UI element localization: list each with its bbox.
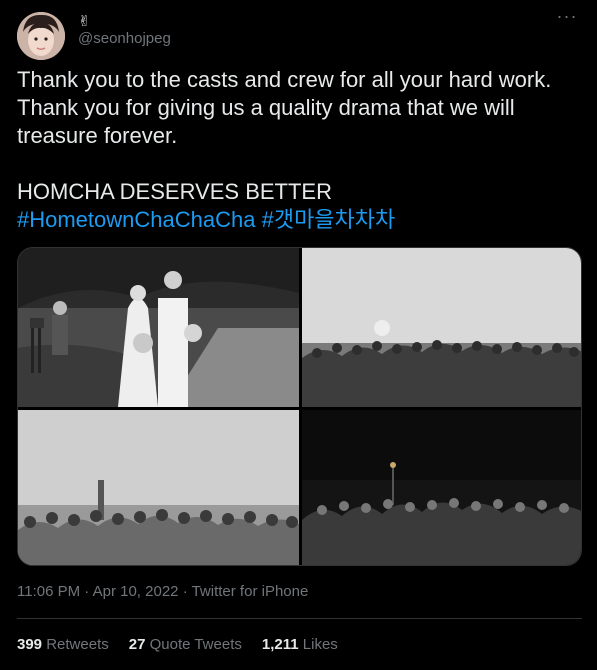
likes-count: 1,211 <box>261 636 299 653</box>
tweet-text: Thank you to the casts and crew for all … <box>17 66 582 234</box>
tweet-hashtags: #HometownChaChaCha #갯마을차차차 <box>17 206 582 234</box>
avatar-image <box>17 12 65 60</box>
quote-tweets-label: Quote Tweets <box>149 636 242 653</box>
hashtag-link[interactable]: #갯마을차차차 <box>262 207 396 232</box>
likes-label: Likes <box>302 636 338 653</box>
retweets-count: 399 <box>17 636 43 653</box>
tweet-line-1: Thank you to the casts and crew for all … <box>17 67 552 148</box>
tweet-date[interactable]: Apr 10, 2022 <box>93 583 179 600</box>
retweets-label: Retweets <box>46 636 109 653</box>
quote-tweets-stat[interactable]: 27 Quote Tweets <box>129 636 242 653</box>
user-avatar[interactable] <box>17 12 65 60</box>
quote-tweets-count: 27 <box>128 636 146 653</box>
tweet-line-2: HOMCHA DESERVES BETTER <box>17 179 332 204</box>
tweet-time[interactable]: 11:06 PM <box>17 583 80 600</box>
photo-wedding-scene[interactable] <box>18 248 299 407</box>
user-handle[interactable]: @seonhojpeg <box>78 30 171 47</box>
photo-night-group[interactable] <box>302 410 581 565</box>
tweet-source[interactable]: Twitter for iPhone <box>192 583 309 600</box>
likes-stat[interactable]: 1,211 Likes <box>262 636 338 653</box>
more-options-icon[interactable]: ··· <box>555 7 579 32</box>
meta-separator: · <box>182 583 188 600</box>
media-grid <box>17 247 582 566</box>
hashtag-link[interactable]: #HometownChaChaCha <box>17 207 255 232</box>
photo-crew-vests[interactable] <box>18 410 299 565</box>
tweet-stats: 399 Retweets 27 Quote Tweets 1,211 Likes <box>17 636 338 653</box>
display-name[interactable]: ✌ <box>78 12 91 30</box>
meta-separator: · <box>84 583 90 600</box>
divider <box>17 618 582 619</box>
photo-group-cast[interactable] <box>302 248 581 407</box>
retweets-stat[interactable]: 399 Retweets <box>17 636 109 653</box>
tweet-meta: 11:06 PM · Apr 10, 2022 · Twitter for iP… <box>17 583 308 600</box>
